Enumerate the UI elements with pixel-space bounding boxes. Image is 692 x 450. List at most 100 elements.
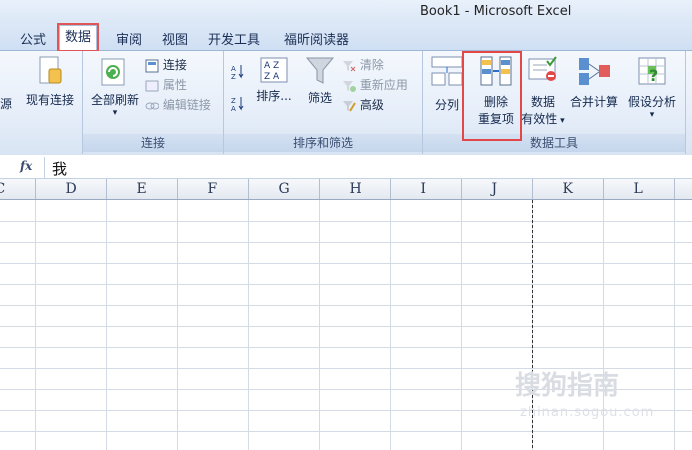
watermark-url: zhinan.sogou.com xyxy=(520,405,655,420)
tab-review[interactable]: 审阅 xyxy=(116,29,142,48)
svg-text:Z A: Z A xyxy=(264,72,280,82)
group-connections-label: 连接 xyxy=(83,134,223,152)
ribbon: 源 现有连接 全部刷新 ▾ 连接 属性 编辑链接 连接 A Z Z A A Z … xyxy=(0,51,692,155)
what-if-analysis-icon: ? xyxy=(638,57,666,85)
function-icon[interactable]: fx xyxy=(20,159,32,173)
column-header-d[interactable]: D xyxy=(66,181,77,197)
reapply-label: 重新应用 xyxy=(359,78,408,92)
column-header-j[interactable]: J xyxy=(492,181,498,197)
refresh-all-icon xyxy=(101,58,125,86)
column-header-c[interactable]: C xyxy=(0,181,5,197)
dropdown-arrow-icon: ▾ xyxy=(649,110,655,120)
tab-foxit-reader[interactable]: 福昕阅读器 xyxy=(284,29,349,48)
consolidate-label: 合并计算 xyxy=(569,95,618,109)
column-divider xyxy=(319,179,320,199)
consolidate-button[interactable]: 合并计算 xyxy=(567,55,621,110)
data-validation-label-1: 数据 xyxy=(530,95,555,109)
svg-text:A Z: A Z xyxy=(264,61,279,71)
group-sort-filter-label: 排序和筛选 xyxy=(224,134,422,152)
column-divider xyxy=(603,179,604,199)
advanced-label: 高级 xyxy=(359,98,384,112)
tab-developer[interactable]: 开发工具 xyxy=(208,29,260,48)
edit-links-label: 编辑链接 xyxy=(162,98,211,112)
data-validation-button[interactable]: 数据 有效性 ▾ xyxy=(521,55,565,127)
column-divider xyxy=(674,179,675,199)
properties-label: 属性 xyxy=(162,78,187,92)
connections-label: 连接 xyxy=(162,58,187,72)
svg-text:Z: Z xyxy=(231,73,236,81)
tab-view[interactable]: 视图 xyxy=(162,29,188,48)
sort-ascending-icon: AZ xyxy=(231,65,244,81)
formula-divider xyxy=(44,157,45,178)
connections-icon xyxy=(145,59,159,72)
sort-icon: A ZZ A xyxy=(260,57,288,83)
edit-links-button[interactable]: 编辑链接 xyxy=(145,96,211,113)
dropdown-arrow-icon: ▾ xyxy=(112,108,118,118)
filter-icon xyxy=(305,57,335,84)
column-header-i[interactable]: I xyxy=(421,181,427,197)
tab-formulas[interactable]: 公式 xyxy=(20,29,46,48)
column-divider xyxy=(106,179,107,199)
filter-label: 筛选 xyxy=(307,91,332,105)
tab-data[interactable]: 数据 xyxy=(59,25,98,50)
reapply-icon xyxy=(343,80,356,92)
ribbon-tabs: 公式 数据 审阅 视图 开发工具 福昕阅读器 xyxy=(0,24,692,51)
edit-links-icon xyxy=(145,102,159,109)
group-connections: 全部刷新 ▾ 连接 属性 编辑链接 连接 xyxy=(83,51,224,154)
text-to-columns-icon xyxy=(431,56,463,86)
connections-button[interactable]: 连接 xyxy=(145,56,187,73)
refresh-all-label: 全部刷新 xyxy=(90,93,139,107)
column-header-e[interactable]: E xyxy=(137,181,147,197)
watermark-text: 搜狗指南 xyxy=(515,371,620,401)
advanced-filter-button[interactable]: 高级 xyxy=(342,96,384,113)
window-title: Book1 - Microsoft Excel xyxy=(420,4,572,19)
group-sort-filter: AZ ZA A ZZ A 排序... 筛选 清除 重新应用 高级 排序和筛选 xyxy=(224,51,423,154)
column-header-h[interactable]: H xyxy=(350,181,362,197)
clear-filter-button[interactable]: 清除 xyxy=(342,56,384,73)
column-header-l[interactable]: L xyxy=(634,181,643,197)
existing-connections-icon xyxy=(39,56,62,84)
column-header-row: C D E F G H I J K L xyxy=(0,179,692,200)
svg-text:A: A xyxy=(231,65,236,73)
what-if-analysis-label: 假设分析 xyxy=(627,95,676,109)
filter-button[interactable]: 筛选 xyxy=(302,55,338,106)
formula-bar: fx 我 xyxy=(0,157,692,179)
formula-input[interactable]: 我 xyxy=(52,158,67,179)
properties-button[interactable]: 属性 xyxy=(145,76,187,93)
column-divider xyxy=(35,179,36,199)
text-to-columns-label: 分列 xyxy=(434,98,459,112)
from-other-sources-button[interactable]: 源 xyxy=(0,95,12,112)
column-divider xyxy=(461,179,462,199)
column-divider xyxy=(248,179,249,199)
highlight-remove-duplicates xyxy=(462,51,522,141)
clear-filter-icon xyxy=(343,60,356,71)
consolidate-icon xyxy=(579,58,610,85)
svg-text:A: A xyxy=(231,105,236,113)
refresh-all-button[interactable]: 全部刷新 ▾ xyxy=(86,55,144,118)
column-divider xyxy=(390,179,391,199)
clear-label: 清除 xyxy=(359,58,384,72)
reapply-button[interactable]: 重新应用 xyxy=(342,76,408,93)
text-to-columns-button[interactable]: 分列 xyxy=(429,55,465,113)
column-header-f[interactable]: F xyxy=(208,181,218,197)
sort-descending-button[interactable]: ZA xyxy=(231,95,245,113)
data-validation-label-2: 有效性 ▾ xyxy=(521,112,565,126)
existing-connections-button[interactable]: 现有连接 xyxy=(20,55,80,108)
group-external-data: 源 现有连接 xyxy=(0,51,83,154)
column-header-g[interactable]: G xyxy=(279,181,290,197)
svg-text:Z: Z xyxy=(231,97,236,105)
column-divider xyxy=(532,179,533,199)
sort-label: 排序... xyxy=(256,89,292,103)
advanced-filter-icon xyxy=(343,100,356,112)
column-header-k[interactable]: K xyxy=(563,181,573,197)
properties-icon xyxy=(145,80,159,91)
sort-button[interactable]: A ZZ A 排序... xyxy=(252,57,296,104)
title-bar: Book1 - Microsoft Excel xyxy=(0,0,692,24)
svg-text:?: ? xyxy=(649,66,658,85)
existing-connections-label: 现有连接 xyxy=(25,93,74,107)
sort-ascending-button[interactable]: AZ xyxy=(231,63,245,81)
what-if-analysis-button[interactable]: ? 假设分析 ▾ xyxy=(623,55,681,120)
column-divider xyxy=(177,179,178,199)
data-validation-icon xyxy=(528,56,557,81)
sort-descending-icon: ZA xyxy=(231,97,244,113)
